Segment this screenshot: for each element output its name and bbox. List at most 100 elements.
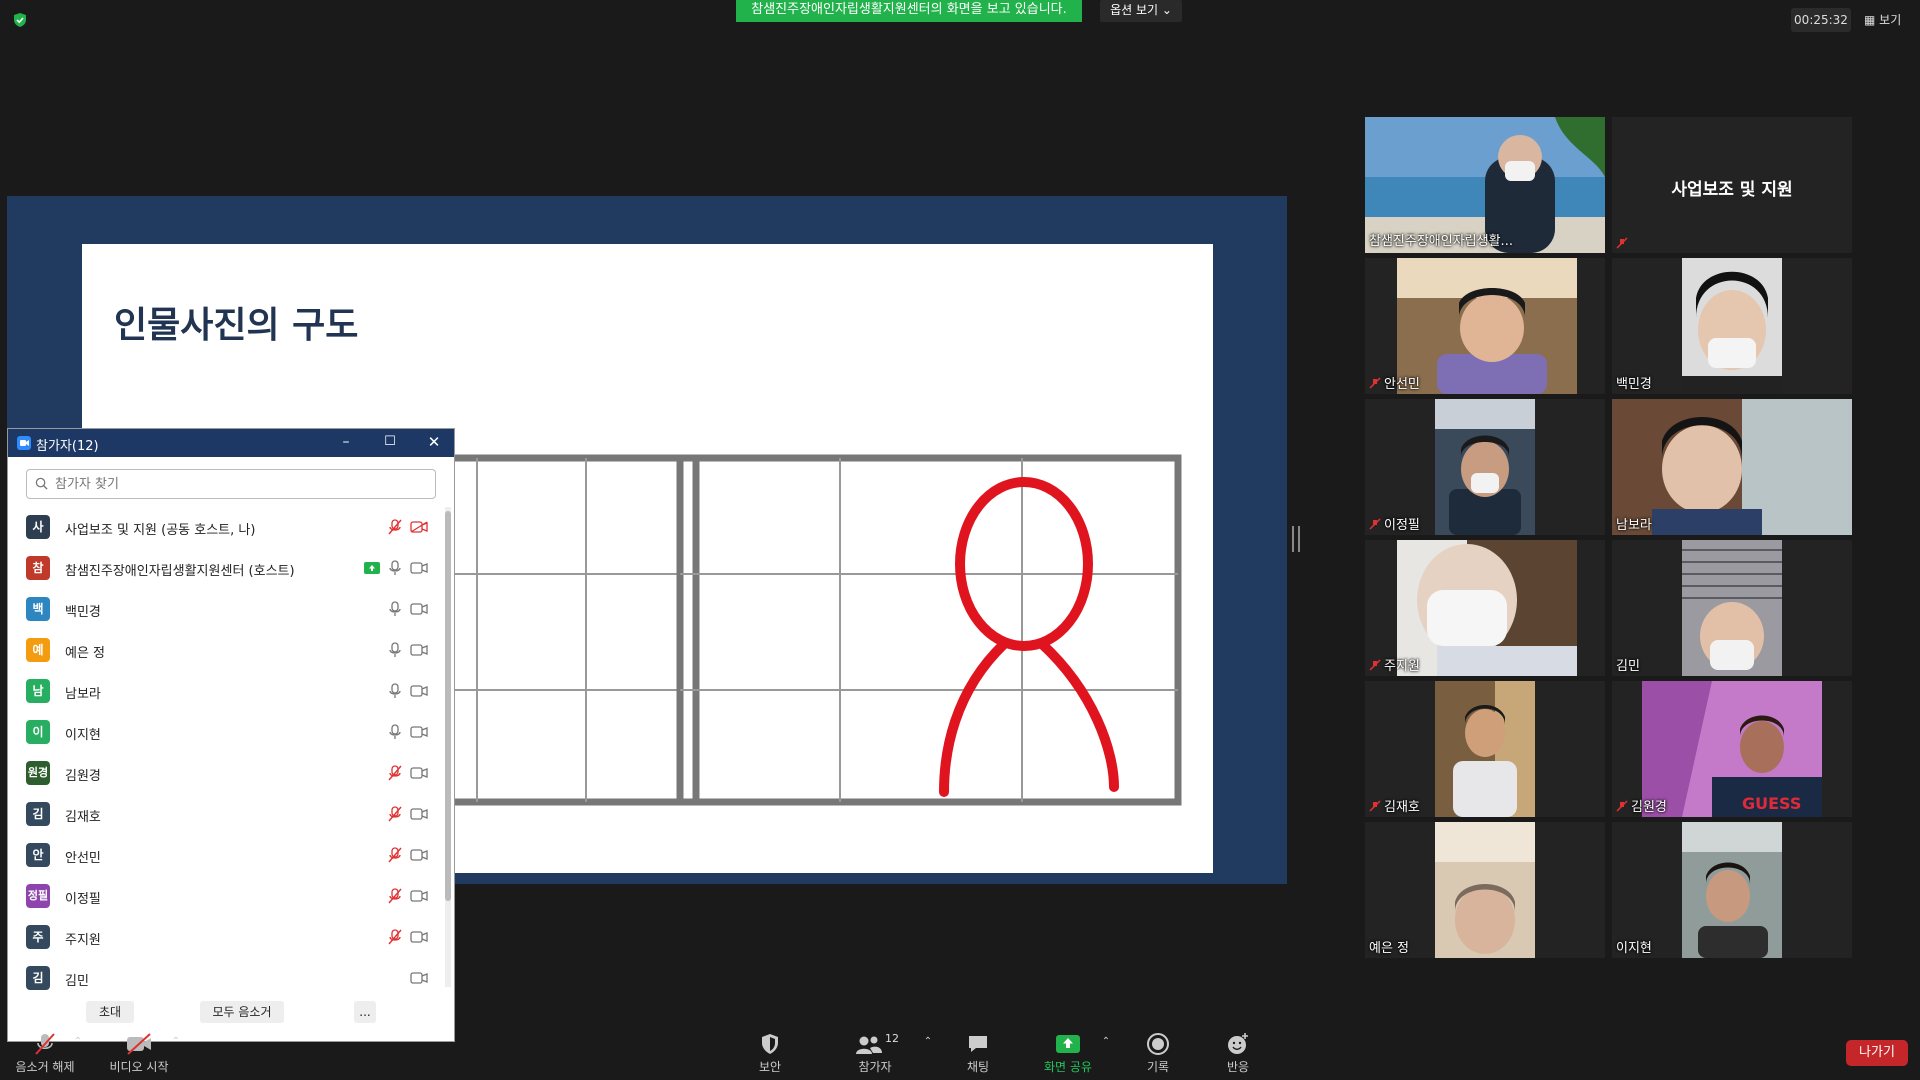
video-icon[interactable] xyxy=(410,726,428,738)
view-splitter-handle[interactable] xyxy=(1292,526,1300,552)
scrollbar-thumb[interactable] xyxy=(445,511,451,901)
video-options-caret[interactable]: ⌃ xyxy=(170,1036,182,1047)
mic-muted-icon[interactable] xyxy=(388,519,402,535)
participants-panel: 참가자(12) – ☐ ✕ 사 사업보조 및 지원 (공동 호스트, 나) 참 … xyxy=(7,428,455,1042)
invite-button[interactable]: 초대 xyxy=(86,1001,134,1023)
video-tile[interactable]: 주지원 xyxy=(1365,540,1605,676)
video-off-icon[interactable] xyxy=(410,521,428,533)
start-video-button[interactable]: 비디오 시작 xyxy=(104,1032,174,1075)
mute-all-button[interactable]: 모두 음소거 xyxy=(200,1001,284,1023)
participant-avatar: 원경 xyxy=(26,761,50,785)
video-icon[interactable] xyxy=(410,972,428,984)
participant-row[interactable]: 이 이지현 xyxy=(8,712,444,753)
video-icon[interactable] xyxy=(410,644,428,656)
tile-name: 이지현 xyxy=(1616,941,1652,956)
leave-button[interactable]: 나가기 xyxy=(1846,1040,1908,1066)
tile-name: 주지원 xyxy=(1384,659,1420,674)
participant-search-field[interactable] xyxy=(26,469,436,499)
video-tile[interactable]: 이지현 xyxy=(1612,822,1852,958)
video-tile[interactable]: 남보라 xyxy=(1612,399,1852,535)
participant-row[interactable]: 안 안선민 xyxy=(8,835,444,876)
tile-name: 김민 xyxy=(1616,659,1640,674)
participant-video xyxy=(1435,681,1535,817)
security-label: 보안 xyxy=(758,1060,782,1074)
video-tile-host[interactable]: 참샘진주장애인자립생활... xyxy=(1365,117,1605,253)
mic-muted-icon[interactable] xyxy=(388,765,402,781)
tile-name: 백민경 xyxy=(1616,377,1652,392)
security-button[interactable]: 보안 xyxy=(746,1032,794,1075)
participant-row[interactable]: 김 김민 xyxy=(8,958,444,995)
participant-avatar: 사 xyxy=(26,515,50,539)
video-icon[interactable] xyxy=(410,685,428,697)
participant-video xyxy=(1682,822,1782,958)
tile-name: 남보라 xyxy=(1616,518,1652,533)
tile-name: 김재호 xyxy=(1384,800,1420,815)
mic-icon[interactable] xyxy=(388,642,402,658)
video-tile[interactable]: 이정필 xyxy=(1365,399,1605,535)
participant-search-input[interactable] xyxy=(53,473,427,495)
mic-icon[interactable] xyxy=(388,724,402,740)
panel-titlebar[interactable]: 참가자(12) – ☐ ✕ xyxy=(8,429,454,457)
composition-grid-right xyxy=(676,454,1182,806)
mic-muted-icon xyxy=(1369,517,1381,530)
minimize-button[interactable]: – xyxy=(334,431,358,455)
mic-icon[interactable] xyxy=(388,560,402,576)
participant-row[interactable]: 사 사업보조 및 지원 (공동 호스트, 나) xyxy=(8,507,444,548)
participant-name: 참샘진주장애인자립생활지원센터 (호스트) xyxy=(65,564,295,579)
mic-muted-icon[interactable] xyxy=(388,888,402,904)
unmute-button[interactable]: 음소거 해제 xyxy=(10,1032,80,1075)
participant-row[interactable]: 백 백민경 xyxy=(8,589,444,630)
video-tile[interactable]: 김민 xyxy=(1612,540,1852,676)
participant-row[interactable]: 김 김재호 xyxy=(8,794,444,835)
close-button[interactable]: ✕ xyxy=(422,431,446,455)
participant-row[interactable]: 참 참샘진주장애인자립생활지원센터 (호스트) xyxy=(8,548,444,589)
view-button-label: 보기 xyxy=(1879,13,1902,27)
mic-muted-icon[interactable] xyxy=(388,929,402,945)
maximize-button[interactable]: ☐ xyxy=(378,431,402,455)
video-icon[interactable] xyxy=(410,767,428,779)
video-tile[interactable]: 백민경 xyxy=(1612,258,1852,394)
mic-muted-icon[interactable] xyxy=(388,806,402,822)
record-button[interactable]: 기록 xyxy=(1140,1032,1176,1075)
reactions-button[interactable]: 반응 xyxy=(1220,1032,1256,1075)
security-shield-icon[interactable] xyxy=(12,12,28,28)
video-icon[interactable] xyxy=(410,562,428,574)
video-icon[interactable] xyxy=(410,931,428,943)
tile-name: 예은 정 xyxy=(1369,941,1410,956)
more-button[interactable]: ... xyxy=(354,1001,376,1023)
mic-icon[interactable] xyxy=(388,683,402,699)
participant-row[interactable]: 남 남보라 xyxy=(8,671,444,712)
video-tile[interactable]: 안선민 xyxy=(1365,258,1605,394)
video-icon[interactable] xyxy=(410,890,428,902)
zoom-app-icon xyxy=(17,436,31,450)
video-icon[interactable] xyxy=(410,808,428,820)
audio-options-caret[interactable]: ⌃ xyxy=(72,1036,84,1047)
participant-avatar: 남 xyxy=(26,679,50,703)
participant-row[interactable]: 예 예은 정 xyxy=(8,630,444,671)
participant-avatar: 정필 xyxy=(26,884,50,908)
mic-muted-icon[interactable] xyxy=(388,847,402,863)
unmute-label: 음소거 해제 xyxy=(15,1060,75,1074)
participants-button[interactable]: 12 참가자 xyxy=(850,1032,900,1075)
grid-icon: ▦ xyxy=(1864,13,1876,27)
view-options-button[interactable]: 옵션 보기 ⌄ xyxy=(1100,0,1182,22)
participant-row[interactable]: 정필 이정필 xyxy=(8,876,444,917)
video-tile[interactable]: 예은 정 xyxy=(1365,822,1605,958)
video-tile-self[interactable]: 사업보조 및 지원 xyxy=(1612,117,1852,253)
video-icon[interactable] xyxy=(410,603,428,615)
mic-icon[interactable] xyxy=(388,601,402,617)
participant-row[interactable]: 원경 김원경 xyxy=(8,753,444,794)
mic-muted-icon xyxy=(1616,799,1628,812)
share-screen-button[interactable]: 화면 공유 xyxy=(1040,1032,1096,1075)
video-tile[interactable]: GUESS 김원경 xyxy=(1612,681,1852,817)
participant-avatar: 안 xyxy=(26,843,50,867)
video-icon[interactable] xyxy=(410,849,428,861)
share-options-caret[interactable]: ⌃ xyxy=(1100,1036,1112,1047)
participants-options-caret[interactable]: ⌃ xyxy=(922,1036,934,1047)
participant-avatar: 김 xyxy=(26,966,50,990)
view-button[interactable]: ▦ 보기 xyxy=(1864,8,1910,32)
participant-name: 김재호 xyxy=(65,810,101,825)
video-tile[interactable]: 김재호 xyxy=(1365,681,1605,817)
participant-row[interactable]: 주 주지원 xyxy=(8,917,444,958)
chat-button[interactable]: 채팅 xyxy=(956,1032,1000,1075)
